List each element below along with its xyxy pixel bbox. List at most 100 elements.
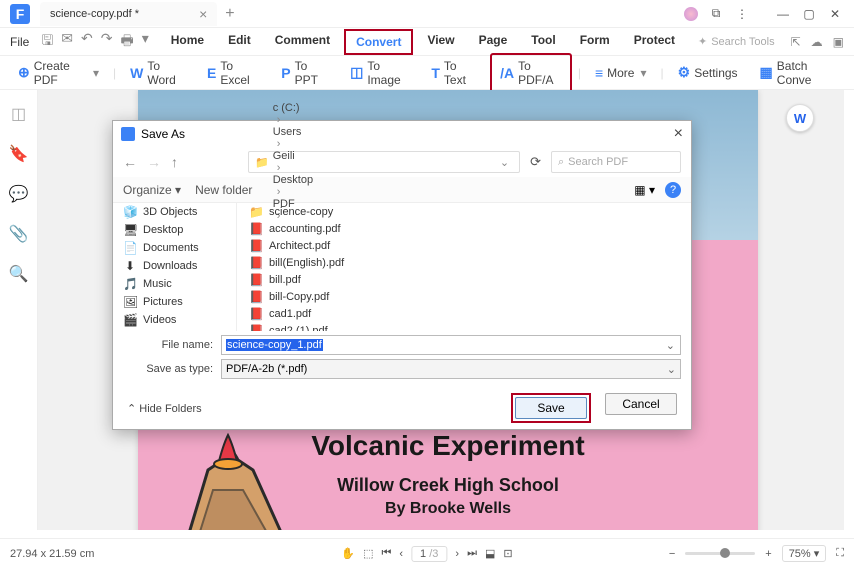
hand-tool-icon[interactable]: ✋ bbox=[341, 547, 355, 560]
menu-home[interactable]: Home bbox=[161, 29, 214, 55]
breadcrumb-dropdown-icon[interactable]: ⌄ bbox=[496, 156, 513, 169]
menu-view[interactable]: View bbox=[417, 29, 464, 55]
file-item[interactable]: 📕cad1.pdf bbox=[237, 305, 691, 322]
sidebar-item[interactable]: 🖼Pictures bbox=[113, 293, 236, 311]
batch-convert-button[interactable]: ▦Batch Conve bbox=[752, 55, 844, 91]
avatar-icon[interactable] bbox=[684, 7, 698, 21]
document-tab[interactable]: science-copy.pdf * × bbox=[40, 2, 217, 26]
maximize-icon[interactable]: ▢ bbox=[802, 7, 816, 21]
search-tools[interactable]: ✦ Search Tools bbox=[698, 35, 775, 48]
first-page-icon[interactable]: ⏮ bbox=[381, 547, 391, 560]
sidebar-item[interactable]: 🎬Videos bbox=[113, 311, 236, 329]
kebab-icon[interactable]: ⋮ bbox=[734, 7, 750, 21]
to-image-button[interactable]: ◫To Image bbox=[342, 55, 417, 91]
sidebar-item[interactable]: 📄Documents bbox=[113, 239, 236, 257]
nav-forward-icon[interactable]: → bbox=[147, 154, 161, 170]
file-item[interactable]: 📕bill(English).pdf bbox=[237, 254, 691, 271]
to-text-button[interactable]: TTo Text bbox=[423, 55, 484, 91]
zoom-in-icon[interactable]: + bbox=[765, 548, 771, 560]
file-item[interactable]: 📕bill-Copy.pdf bbox=[237, 288, 691, 305]
new-folder-button[interactable]: New folder bbox=[195, 183, 252, 197]
external-link-icon[interactable]: ⇱ bbox=[791, 35, 801, 49]
page-input[interactable]: 1 /3 bbox=[411, 546, 447, 562]
hide-folders-toggle[interactable]: ⌃ Hide Folders bbox=[127, 402, 202, 415]
breadcrumb-segment[interactable]: Desktop bbox=[273, 174, 313, 186]
word-badge-icon[interactable]: W bbox=[786, 104, 814, 132]
last-page-icon[interactable]: ⏭ bbox=[467, 547, 477, 560]
sidebar-item[interactable]: 🎵Music bbox=[113, 275, 236, 293]
cloud-icon[interactable]: ☁ bbox=[811, 35, 823, 49]
zoom-value[interactable]: 75% ▾ bbox=[782, 545, 827, 562]
menu-form[interactable]: Form bbox=[570, 29, 620, 55]
breadcrumb-segment[interactable]: Users bbox=[273, 126, 313, 138]
file-item[interactable]: 📕cad2 (1).pdf bbox=[237, 322, 691, 331]
filename-dropdown-icon[interactable]: ⌄ bbox=[665, 339, 676, 352]
close-window-icon[interactable]: ✕ bbox=[828, 7, 842, 21]
print-icon[interactable]: 🖶 bbox=[120, 30, 133, 54]
minimize-icon[interactable]: — bbox=[776, 7, 790, 21]
next-page-icon[interactable]: › bbox=[455, 548, 459, 560]
bookmark-icon[interactable]: 🔖 bbox=[9, 144, 29, 164]
to-excel-button[interactable]: ETo Excel bbox=[199, 55, 267, 91]
to-word-button[interactable]: WTo Word bbox=[122, 55, 193, 91]
zoom-out-icon[interactable]: − bbox=[669, 548, 675, 560]
menu-tool[interactable]: Tool bbox=[521, 29, 565, 55]
breadcrumb-segment[interactable]: c (C:) bbox=[273, 102, 313, 114]
share-icon[interactable]: ⧉ bbox=[708, 6, 724, 21]
to-pdfa-button[interactable]: /ATo PDF/A bbox=[490, 53, 572, 93]
fullscreen-icon[interactable]: ⛶ bbox=[836, 547, 844, 560]
organize-button[interactable]: Organize ▾ bbox=[123, 183, 181, 197]
fit-page-icon[interactable]: ⊡ bbox=[503, 547, 512, 560]
prev-page-icon[interactable]: ‹ bbox=[399, 548, 403, 560]
nav-up-icon[interactable]: ↑ bbox=[171, 154, 178, 170]
comment-icon[interactable]: 💬 bbox=[9, 184, 29, 204]
file-item[interactable]: 📕bill.pdf bbox=[237, 271, 691, 288]
filename-input[interactable]: science-copy_1.pdf⌄ bbox=[221, 335, 681, 355]
file-item[interactable]: 📕Architect.pdf bbox=[237, 237, 691, 254]
save-icon[interactable]: 🖫 bbox=[41, 30, 53, 54]
file-name: Architect.pdf bbox=[269, 240, 330, 252]
menu-edit[interactable]: Edit bbox=[218, 29, 261, 55]
create-pdf-button[interactable]: ⊕Create PDF▾ bbox=[10, 55, 107, 91]
collapse-icon[interactable]: ▣ bbox=[833, 35, 844, 49]
fit-width-icon[interactable]: ⬓ bbox=[485, 547, 495, 560]
menu-convert[interactable]: Convert bbox=[344, 29, 413, 55]
breadcrumb-segment[interactable]: Geili bbox=[273, 150, 313, 162]
settings-button[interactable]: ⚙Settings bbox=[670, 60, 746, 85]
dialog-close-icon[interactable]: × bbox=[674, 125, 683, 143]
sidebar-item[interactable]: ⬇Downloads bbox=[113, 257, 236, 275]
cancel-button[interactable]: Cancel bbox=[605, 393, 677, 415]
save-button[interactable]: Save bbox=[515, 397, 587, 419]
savetype-dropdown-icon[interactable]: ⌄ bbox=[667, 363, 676, 376]
sidebar-item[interactable]: 🧊3D Objects bbox=[113, 203, 236, 221]
folder-type-icon: 🎬 bbox=[123, 313, 137, 327]
select-tool-icon[interactable]: ⬚ bbox=[363, 547, 373, 560]
file-item[interactable]: 📕accounting.pdf bbox=[237, 220, 691, 237]
file-menu[interactable]: File bbox=[10, 35, 29, 49]
sidebar-item[interactable]: 🖥Desktop bbox=[113, 221, 236, 239]
breadcrumb[interactable]: 📁 c (C:)›Users›Geili›Desktop›PDF› ⌄ bbox=[248, 151, 520, 173]
add-tab-icon[interactable]: + bbox=[225, 5, 234, 23]
zoom-slider[interactable] bbox=[685, 552, 755, 555]
dialog-search[interactable]: ⌕ Search PDF bbox=[551, 151, 681, 173]
undo-icon[interactable]: ↶ bbox=[81, 30, 93, 54]
dropdown-icon[interactable]: ▾ bbox=[142, 30, 149, 54]
nav-back-icon[interactable]: ← bbox=[123, 154, 137, 170]
close-tab-icon[interactable]: × bbox=[199, 6, 207, 22]
more-button[interactable]: ≡More▾ bbox=[587, 61, 655, 85]
pdf-icon: 📕 bbox=[249, 324, 263, 332]
redo-icon[interactable]: ↷ bbox=[101, 30, 113, 54]
mail-icon[interactable]: ✉ bbox=[61, 30, 73, 54]
menu-protect[interactable]: Protect bbox=[624, 29, 685, 55]
menu-page[interactable]: Page bbox=[469, 29, 518, 55]
refresh-icon[interactable]: ⟳ bbox=[530, 154, 541, 170]
search-panel-icon[interactable]: 🔍 bbox=[9, 264, 29, 284]
to-ppt-button[interactable]: PTo PPT bbox=[273, 55, 336, 91]
help-icon[interactable]: ? bbox=[665, 182, 681, 198]
thumbnails-icon[interactable]: ◫ bbox=[11, 104, 26, 124]
file-item[interactable]: 📁science-copy bbox=[237, 203, 691, 220]
savetype-select[interactable]: PDF/A-2b (*.pdf)⌄ bbox=[221, 359, 681, 379]
view-options-icon[interactable]: ▦ ▾ bbox=[634, 183, 655, 197]
menu-comment[interactable]: Comment bbox=[265, 29, 340, 55]
attachment-icon[interactable]: 📎 bbox=[9, 224, 29, 244]
